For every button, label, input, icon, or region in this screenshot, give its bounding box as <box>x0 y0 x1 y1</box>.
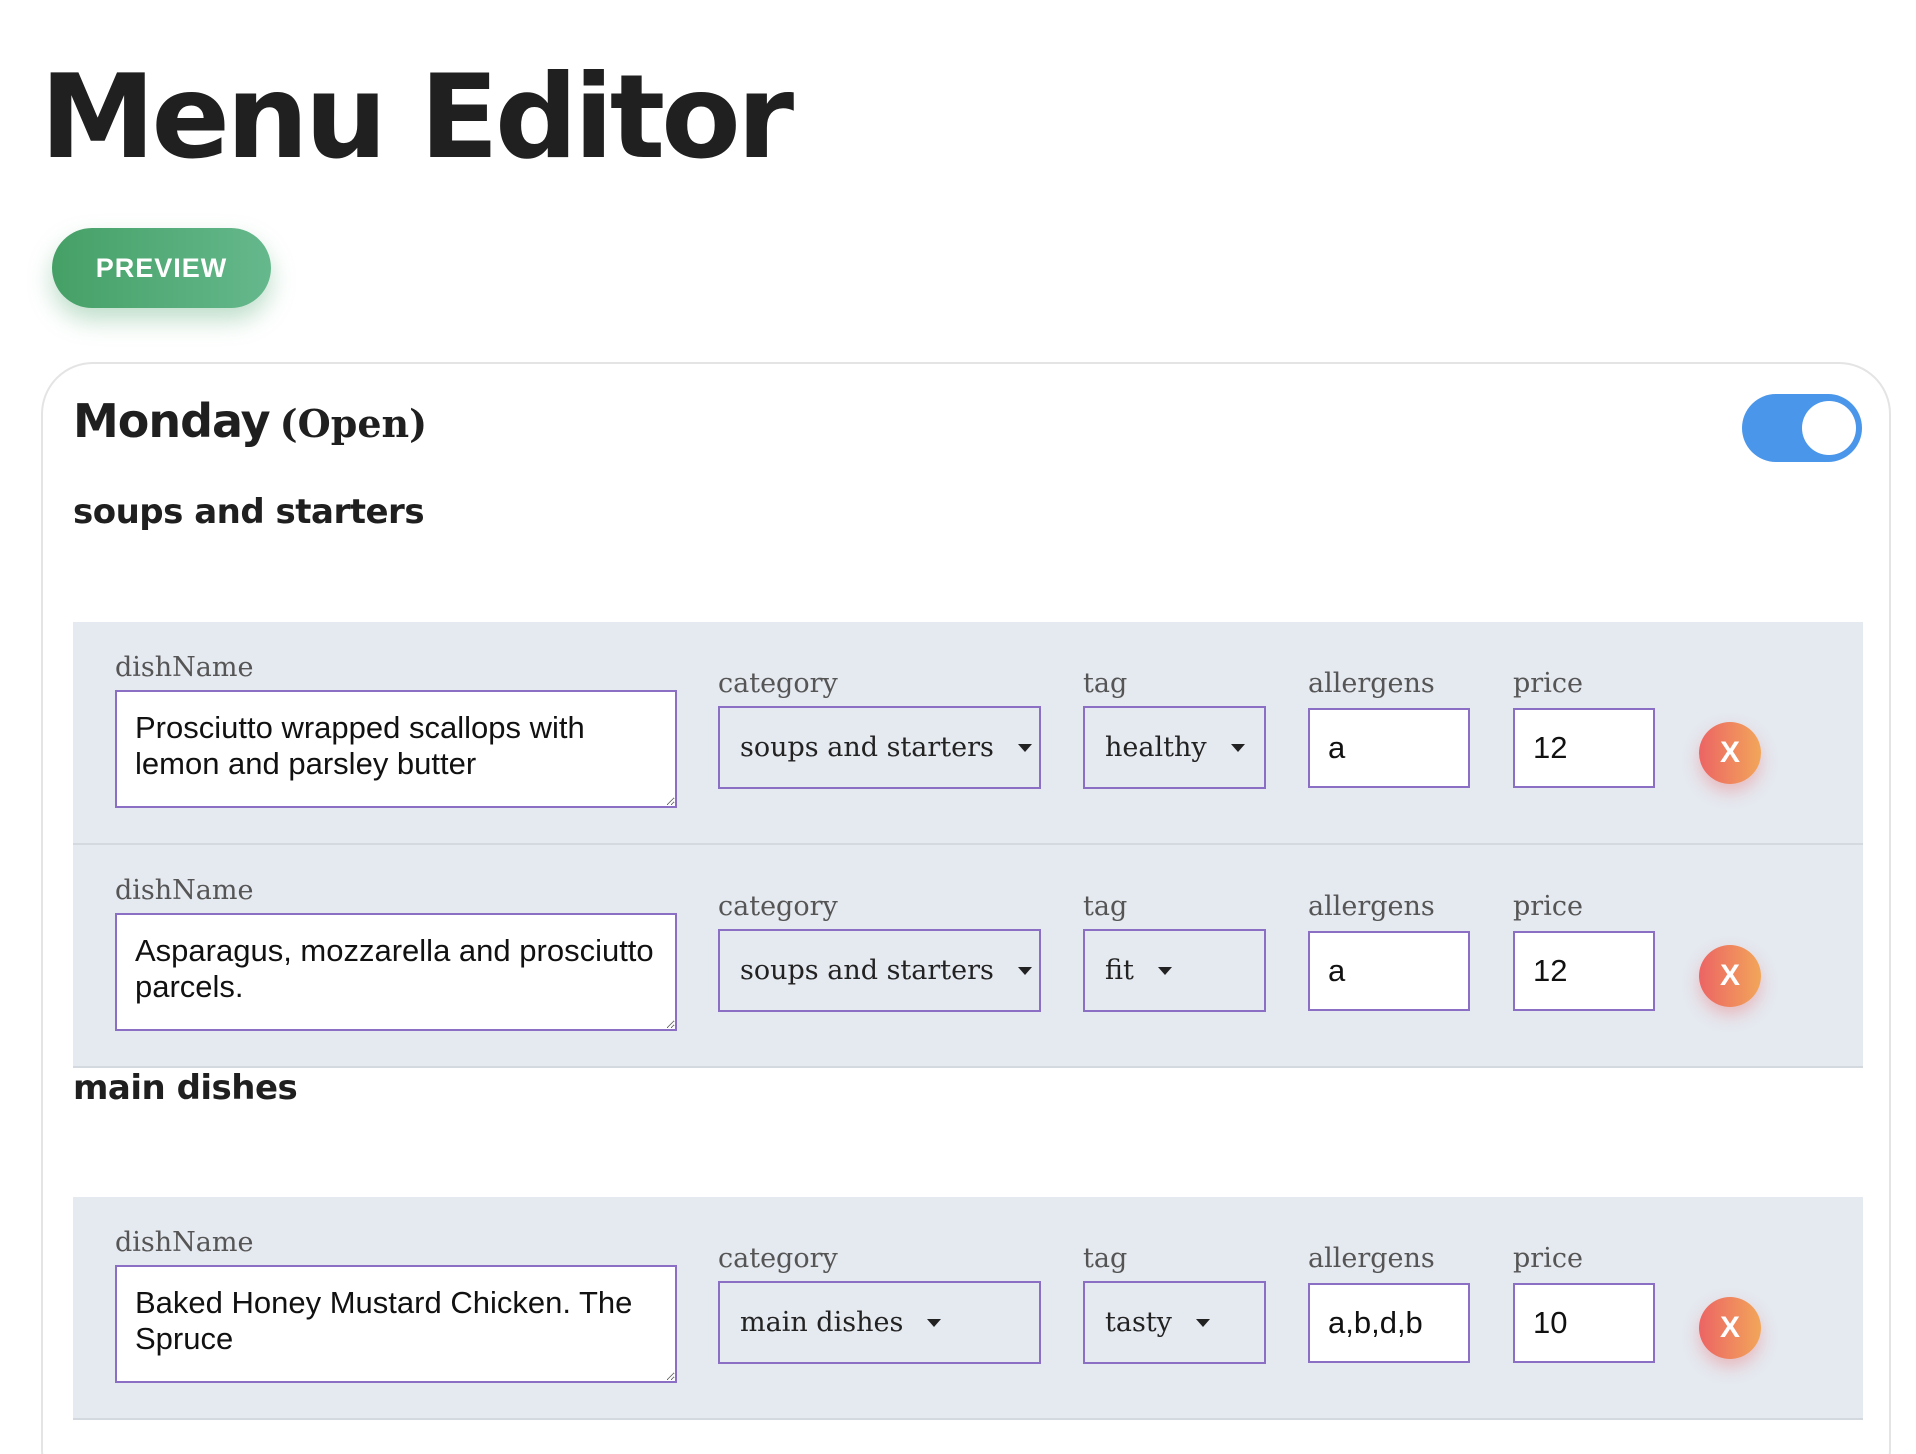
page-title: Menu Editor <box>40 50 794 185</box>
day-card-monday: Monday (Open) soups and starters dishNam… <box>41 362 1891 1454</box>
allergens-input[interactable] <box>1308 931 1470 1011</box>
tag-select[interactable]: tasty <box>1083 1281 1266 1364</box>
category-label: category <box>718 668 838 699</box>
category-select-value: soups and starters <box>740 732 994 763</box>
preview-button[interactable]: PREVIEW <box>52 228 271 308</box>
category-select-value: main dishes <box>740 1307 904 1338</box>
section-title-main-dishes: main dishes <box>73 1068 298 1108</box>
chevron-down-icon <box>1157 966 1172 975</box>
delete-dish-button[interactable]: X <box>1699 722 1761 784</box>
dish-row: dishName Prosciutto wrapped scallops wit… <box>73 622 1863 845</box>
dish-name-textarea[interactable]: Asparagus, mozzarella and prosciutto par… <box>115 913 677 1031</box>
day-header: Monday (Open) <box>73 394 427 448</box>
toggle-knob <box>1802 401 1856 455</box>
allergens-label: allergens <box>1308 891 1435 922</box>
day-name: Monday <box>73 394 271 448</box>
dish-name-textarea[interactable]: Prosciutto wrapped scallops with lemon a… <box>115 690 677 808</box>
delete-dish-button[interactable]: X <box>1699 1297 1761 1359</box>
category-label: category <box>718 891 838 922</box>
allergens-input[interactable] <box>1308 1283 1470 1363</box>
tag-select[interactable]: healthy <box>1083 706 1266 789</box>
price-input[interactable] <box>1513 1283 1655 1363</box>
chevron-down-icon <box>1230 743 1245 752</box>
menu-editor-page: Menu Editor PREVIEW Monday (Open) soups … <box>0 0 1916 1454</box>
price-label: price <box>1513 668 1583 699</box>
allergens-label: allergens <box>1308 1243 1435 1274</box>
category-select-value: soups and starters <box>740 955 994 986</box>
price-label: price <box>1513 1243 1583 1274</box>
allergens-input[interactable] <box>1308 708 1470 788</box>
tag-select-value: tasty <box>1105 1307 1172 1338</box>
chevron-down-icon <box>1017 743 1032 752</box>
day-open-toggle[interactable] <box>1742 394 1862 462</box>
dish-row: dishName Baked Honey Mustard Chicken. Th… <box>73 1197 1863 1420</box>
price-label: price <box>1513 891 1583 922</box>
dish-name-label: dishName <box>115 1227 254 1258</box>
tag-label: tag <box>1083 668 1128 699</box>
category-select[interactable]: soups and starters <box>718 929 1041 1012</box>
chevron-down-icon <box>1195 1318 1210 1327</box>
tag-select-value: fit <box>1105 955 1134 986</box>
dish-name-label: dishName <box>115 875 254 906</box>
category-select[interactable]: soups and starters <box>718 706 1041 789</box>
price-input[interactable] <box>1513 708 1655 788</box>
allergens-label: allergens <box>1308 668 1435 699</box>
tag-label: tag <box>1083 1243 1128 1274</box>
chevron-down-icon <box>1017 966 1032 975</box>
dish-row: dishName Asparagus, mozzarella and prosc… <box>73 845 1863 1068</box>
dish-name-textarea[interactable]: Baked Honey Mustard Chicken. The Spruce <box>115 1265 677 1383</box>
tag-select-value: healthy <box>1105 732 1207 763</box>
category-select[interactable]: main dishes <box>718 1281 1041 1364</box>
category-label: category <box>718 1243 838 1274</box>
tag-label: tag <box>1083 891 1128 922</box>
chevron-down-icon <box>927 1318 942 1327</box>
dish-name-label: dishName <box>115 652 254 683</box>
delete-dish-button[interactable]: X <box>1699 945 1761 1007</box>
tag-select[interactable]: fit <box>1083 929 1266 1012</box>
price-input[interactable] <box>1513 931 1655 1011</box>
day-status: (Open) <box>279 401 428 446</box>
section-title-soups-and-starters: soups and starters <box>73 492 425 532</box>
